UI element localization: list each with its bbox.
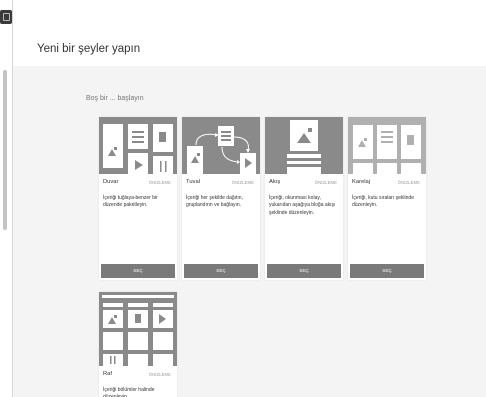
select-button[interactable]: SEÇ: [101, 264, 175, 278]
card-name: Karelaj: [352, 179, 371, 185]
preview-label[interactable]: ÖNİZLEME: [232, 180, 254, 185]
template-card-stream[interactable]: Akış ÖNİZLEME İçeriği, okunması kolay, y…: [265, 117, 343, 280]
template-card-canvas[interactable]: Tuval ÖNİZLEME İçeriği her şekilde dağıt…: [182, 117, 260, 280]
card-description: İçeriği bölümler halinde düzenleyin.: [103, 387, 155, 397]
card-name: Akış: [269, 179, 281, 185]
scrollbar[interactable]: [3, 70, 7, 230]
card-description: İçeriği, okunması kolay, yukarıdan aşağı…: [269, 195, 336, 216]
preview-label[interactable]: ÖNİZLEME: [149, 180, 171, 185]
select-button[interactable]: SEÇ: [184, 264, 258, 278]
card-description: İçeriği tuğlaya-benzer bir düzende paket…: [103, 195, 158, 209]
section-label: Boş bir ... başlayın: [86, 95, 144, 102]
page-title: Yeni bir şeyler yapın: [37, 43, 141, 55]
shelf-layout-icon: [99, 292, 177, 366]
card-name: Tuval: [186, 179, 200, 185]
preview-label[interactable]: ÖNİZLEME: [398, 180, 420, 185]
select-button[interactable]: SEÇ: [267, 264, 341, 278]
stream-layout-icon: [265, 117, 343, 174]
preview-label[interactable]: ÖNİZLEME: [149, 372, 171, 377]
wall-layout-icon: [99, 117, 177, 174]
template-card-wall[interactable]: Duvar ÖNİZLEME İçeriği tuğlaya-benzer bi…: [99, 117, 177, 280]
grid-layout-icon: [348, 117, 426, 174]
left-rail: [0, 0, 13, 397]
preview-label[interactable]: ÖNİZLEME: [315, 180, 337, 185]
card-description: İçeriği, kutu sıraları şeklinde düzenley…: [352, 195, 414, 209]
avatar[interactable]: [0, 10, 12, 24]
template-card-grid[interactable]: Karelaj ÖNİZLEME İçeriği, kutu sıraları …: [348, 117, 426, 280]
card-name: Duvar: [103, 179, 119, 185]
card-name: Raf: [103, 371, 113, 377]
canvas-layout-icon: [182, 117, 260, 174]
card-description: İçeriği her şekilde dağıtın, gruplandırı…: [186, 195, 243, 209]
select-button[interactable]: SEÇ: [350, 264, 424, 278]
template-card-shelf[interactable]: Raf ÖNİZLEME İçeriği bölümler halinde dü…: [99, 292, 177, 397]
